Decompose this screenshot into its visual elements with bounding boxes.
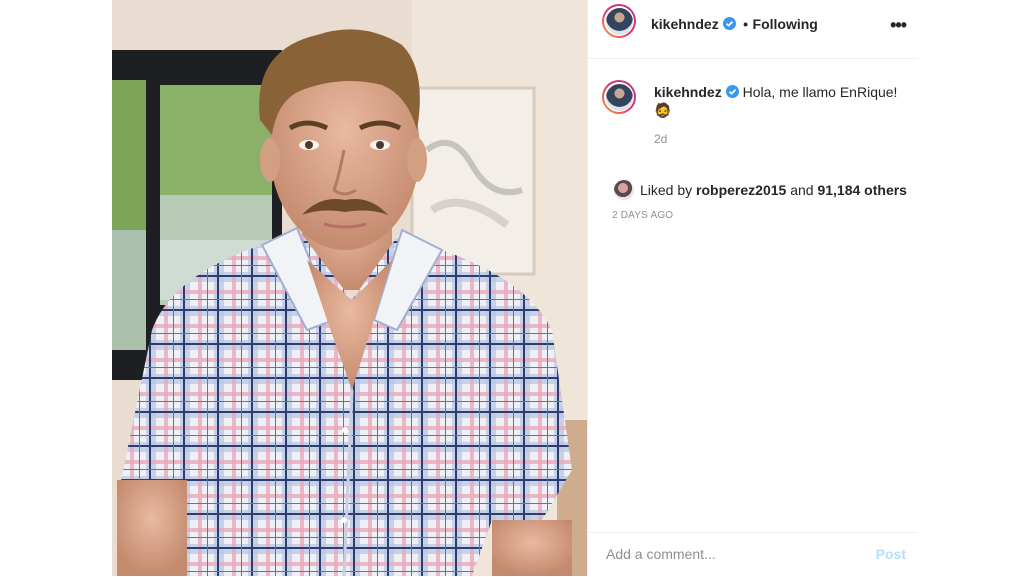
likes-conjunction: and (790, 182, 814, 198)
author-avatar[interactable] (602, 4, 636, 38)
post-date[interactable]: 2 DAYS AGO (612, 210, 673, 221)
post-image (112, 0, 587, 576)
header-username[interactable]: kikehndez (651, 16, 719, 32)
avatar-image (605, 83, 633, 111)
header-user-line: kikehndez • Following (651, 16, 818, 34)
verified-badge-icon (722, 17, 736, 30)
header-separator: • (743, 16, 749, 32)
likes-line: Liked by robperez2015 and 91,184 others (614, 180, 907, 200)
post-side-panel: kikehndez • Following ••• kikehndez Hola… (587, 0, 918, 576)
liker-avatar[interactable] (614, 180, 634, 200)
likes-count[interactable]: 91,184 others (817, 182, 907, 198)
caption-username[interactable]: kikehndez (654, 84, 722, 100)
liker-username[interactable]: robperez2015 (696, 182, 786, 198)
avatar-image (605, 7, 633, 35)
post-comment-button[interactable]: Post (876, 546, 906, 562)
verified-badge-icon (725, 85, 739, 98)
caption-emoji: 🧔 (654, 102, 672, 118)
caption-timestamp[interactable]: 2d (654, 132, 667, 146)
following-button[interactable]: Following (753, 16, 818, 32)
comment-input[interactable] (604, 545, 858, 563)
likes-prefix: Liked by (640, 182, 693, 198)
caption-avatar[interactable] (602, 80, 636, 114)
caption-text: Hola, me llamo EnRique! (742, 84, 898, 100)
post-caption: kikehndez Hola, me llamo EnRique! 🧔 (654, 83, 904, 119)
more-options-icon[interactable]: ••• (890, 15, 907, 36)
comment-bar: Post (588, 532, 918, 577)
post-photo[interactable] (112, 0, 587, 576)
post-header: kikehndez • Following ••• (588, 0, 918, 59)
